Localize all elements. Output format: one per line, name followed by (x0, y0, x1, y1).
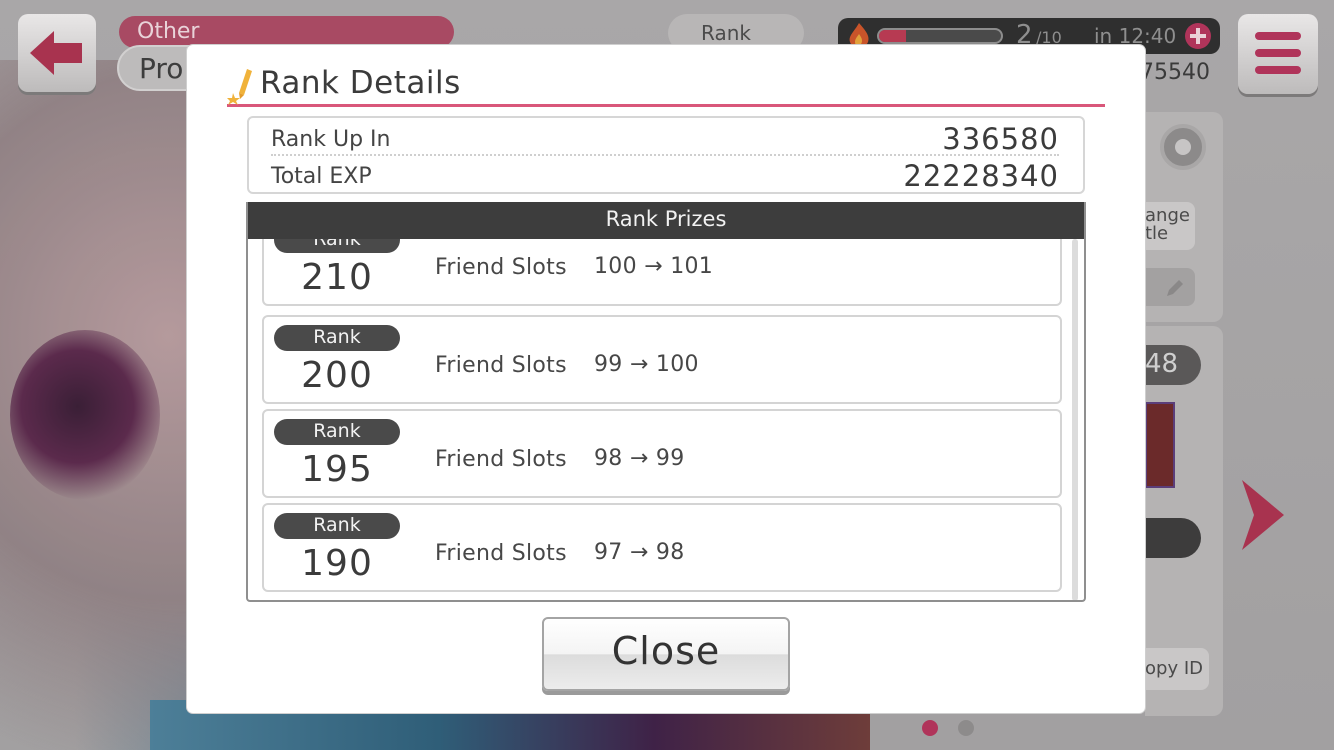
page-indicator (918, 714, 988, 744)
scrollbar[interactable] (1072, 239, 1078, 600)
prize-label: Friend Slots (435, 447, 567, 472)
prize-label: Friend Slots (435, 353, 567, 378)
rank-number: 190 (301, 543, 373, 584)
next-arrow-icon[interactable] (1238, 478, 1288, 552)
close-button[interactable]: Close (542, 617, 790, 691)
rank-pill: Rank (274, 325, 400, 351)
stamina-bar-fill (879, 30, 906, 42)
pencil-star-icon (227, 69, 252, 105)
plus-icon[interactable] (1184, 22, 1212, 50)
total-exp-label: Total EXP (271, 164, 372, 189)
copy-id-button[interactable]: opy ID (1145, 648, 1209, 690)
dialog-header: Rank Details (227, 65, 1105, 107)
total-exp-value: 22228340 (903, 159, 1059, 193)
rank-up-label: Rank Up In (271, 127, 391, 152)
rank-number: 195 (301, 449, 373, 490)
change-title-button[interactable]: ange tle (1145, 202, 1195, 250)
total-exp-row: Total EXP 22228340 (271, 157, 1059, 193)
tab-other[interactable]: Other (119, 16, 454, 48)
edit-field[interactable] (1145, 268, 1195, 306)
rank-number: 200 (301, 355, 373, 396)
prize-change: 99 → 100 (594, 352, 699, 377)
page-dot-active (922, 720, 938, 736)
rank-pill: Rank (274, 239, 400, 253)
prize-change: 98 → 99 (594, 446, 685, 471)
back-button[interactable] (18, 14, 96, 92)
list-item: Rank 210 Friend Slots 100 → 101 (262, 239, 1062, 306)
rank-details-dialog: Rank Details Rank Up In 336580 Total EXP… (187, 45, 1145, 713)
dialog-title: Rank Details (260, 65, 461, 101)
rank-pill: Rank (274, 513, 400, 539)
prize-label: Friend Slots (435, 255, 567, 280)
character-accessory (10, 330, 160, 500)
list-item: Rank 190 Friend Slots 97 → 98 (262, 503, 1062, 592)
stamina-bar (877, 28, 1003, 44)
prize-change: 100 → 101 (594, 254, 714, 279)
menu-icon-line (1255, 66, 1301, 74)
list-item: Rank 200 Friend Slots 99 → 100 (262, 315, 1062, 404)
coin-count: 75540 (1140, 60, 1210, 85)
featured-card-thumbnail[interactable] (1145, 402, 1175, 488)
back-arrow-icon (30, 31, 82, 75)
gear-icon[interactable] (1160, 124, 1206, 170)
rank-up-row: Rank Up In 336580 (271, 120, 1059, 156)
rank-prizes-panel: Rank Prizes Rank 210 Friend Slots 100 → … (246, 202, 1086, 602)
menu-button[interactable] (1238, 14, 1318, 94)
scrollbar-thumb[interactable] (1072, 239, 1078, 600)
info-chip (1145, 518, 1201, 558)
close-button-label: Close (611, 629, 721, 673)
pencil-icon (1167, 280, 1183, 296)
player-id-chip: 48 (1145, 345, 1201, 385)
prize-label: Friend Slots (435, 541, 567, 566)
prize-change: 97 → 98 (594, 540, 685, 565)
rank-up-value: 336580 (942, 122, 1059, 156)
menu-icon-line (1255, 49, 1301, 57)
page-dot (958, 720, 974, 736)
rank-pill: Rank (274, 419, 400, 445)
rank-number: 210 (301, 257, 373, 298)
menu-icon (1255, 32, 1301, 40)
rank-stats-box: Rank Up In 336580 Total EXP 22228340 (247, 116, 1085, 194)
rank-prizes-header: Rank Prizes (248, 202, 1084, 239)
rank-prizes-list[interactable]: Rank 210 Friend Slots 100 → 101 Rank 200… (248, 239, 1084, 600)
list-item: Rank 195 Friend Slots 98 → 99 (262, 409, 1062, 498)
